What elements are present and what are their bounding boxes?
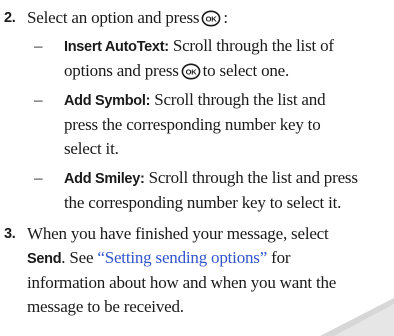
bullet-text: Insert AutoText: Scroll through the list… [64,34,390,83]
send-label: Send [27,251,62,267]
bullet-line: Insert AutoText: Scroll through the list… [64,34,390,59]
bullet-dash: – [34,90,43,109]
ok-key-icon: OK [201,10,221,27]
page-curl [320,298,394,336]
bullet-text: Add Smiley: Scroll through the list and … [64,166,390,215]
step-line: Send. See “Setting sending options” for [27,246,392,271]
step-3-after-send: . See [61,248,94,267]
bullet-text: Add Symbol: Scroll through the list and … [64,88,390,161]
bullet-line-2a: options and press [64,61,179,80]
step-3-line-1: When you have finished your message, sel… [27,224,329,243]
bullet-line: Add Smiley: Scroll through the list and … [64,166,390,191]
bullet-line-2b: to select one. [202,61,290,80]
step-number: 2. [4,10,16,26]
bullet-insert-autotext: – Insert AutoText: Scroll through the li… [0,34,392,84]
bullet-line: Add Symbol: Scroll through the list and [64,88,390,113]
ok-key-icon: OK [181,63,201,80]
bullet-line-1: Scroll through the list of [172,36,334,55]
bullet-line: options and press OK to select one. [64,59,390,83]
step-2-text-end: : [223,8,228,27]
bullet-line-1: Scroll through the list and [154,90,326,109]
bullet-add-smiley: – Add Smiley: Scroll through the list an… [0,166,392,216]
bullet-line-3: select it. [64,139,119,158]
step-2: 2. Select an option and press OK : [0,6,392,30]
bullet-line-1: Scroll through the list and press [148,168,358,187]
bullet-add-symbol: – Add Symbol: Scroll through the list an… [0,88,392,162]
step-3-line-2-end: for [271,248,291,267]
bullet-dash: – [34,168,43,187]
bullet-dash: – [34,36,43,55]
step-text: Select an option and press OK : [27,6,392,30]
svg-text:OK: OK [185,67,197,76]
setting-sending-options-link[interactable]: “Setting sending options” [97,248,267,267]
step-3-line-3: information about how and when you want … [27,273,337,292]
bullet-line-2: the corresponding number key to select i… [64,193,342,212]
svg-text:OK: OK [206,14,218,23]
option-label: Add Smiley: [64,171,145,187]
bullet-line-2: press the corresponding number key to [64,115,321,134]
manual-page: 2. Select an option and press OK : – Ins… [0,0,394,336]
step-number: 3. [4,226,16,242]
step-2-text: Select an option and press [27,8,200,27]
option-label: Insert AutoText: [64,39,169,55]
option-label: Add Symbol: [64,93,151,109]
